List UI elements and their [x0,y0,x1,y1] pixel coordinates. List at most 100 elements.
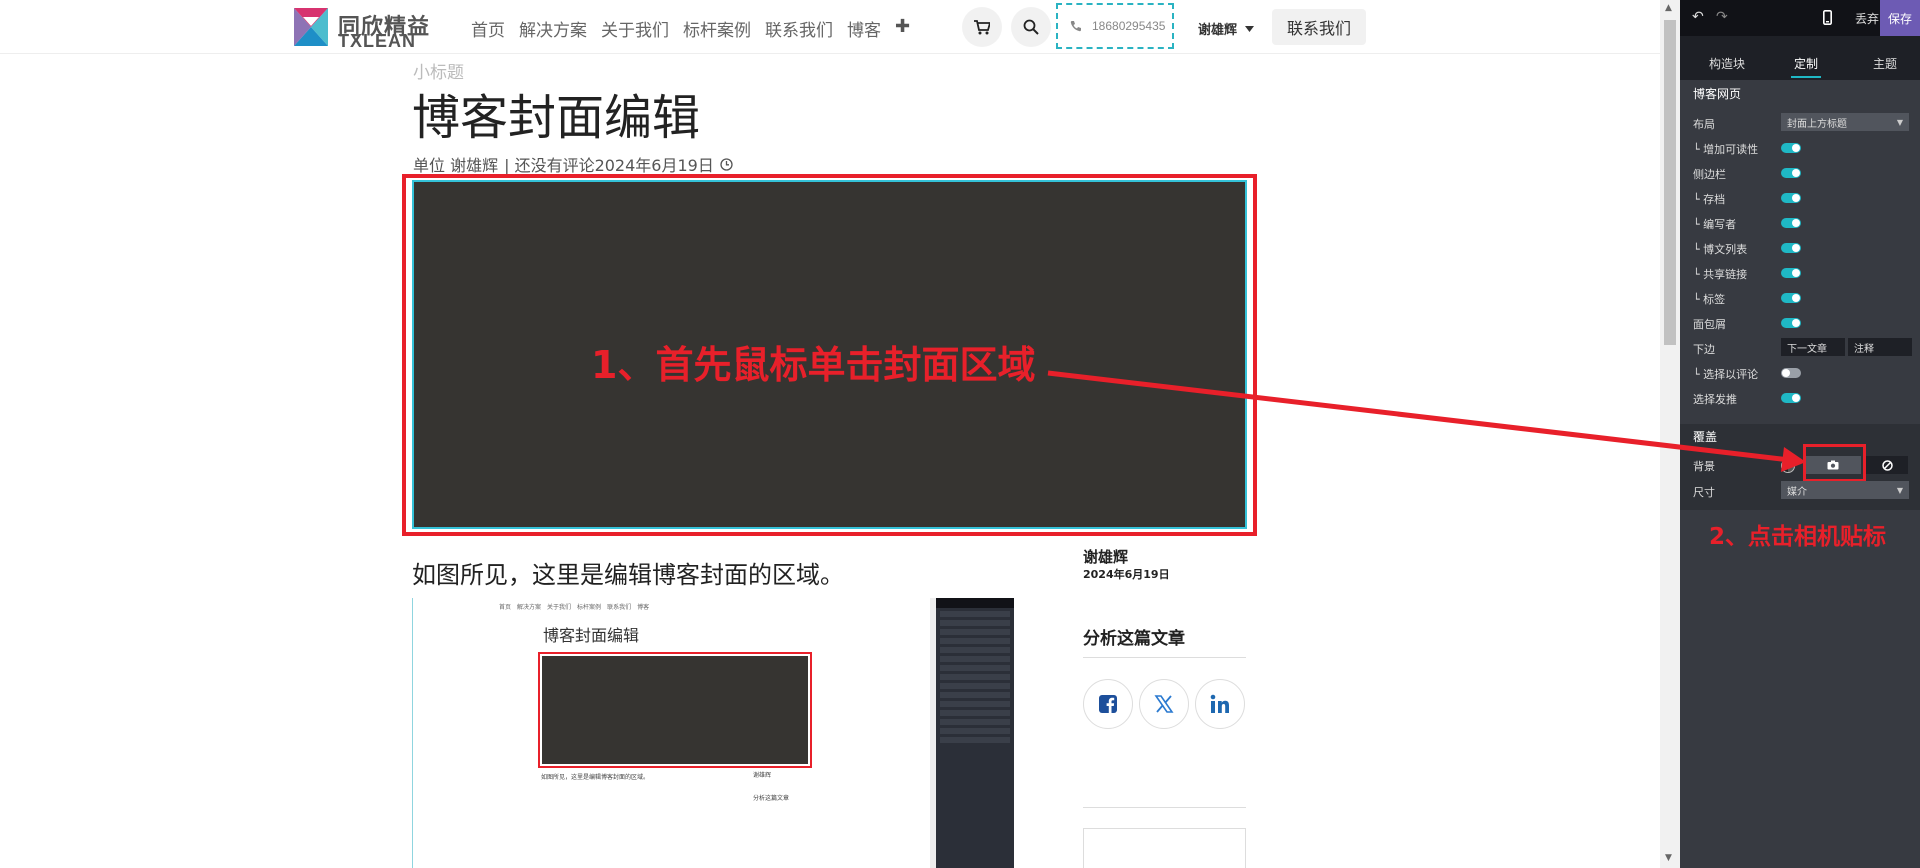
bottom-next-option[interactable]: 下一文章 [1781,338,1845,356]
toggle-breadcrumb[interactable] [1781,318,1801,328]
user-name: 谢雄辉 [1198,23,1238,38]
nav-solutions[interactable]: 解决方案 [519,16,587,41]
annotation-step2: 2、点击相机贴标 [1709,524,1887,550]
embedded-panel-row [940,692,1010,698]
tab-customize[interactable]: 定制 [1794,55,1818,72]
background-color-picker[interactable] [1781,459,1795,473]
embedded-panel-row [940,710,1010,716]
option-label: └ 编写者 [1693,218,1737,231]
bottom-label: 下边 [1693,343,1715,356]
mobile-preview-icon[interactable] [1823,10,1832,25]
embedded-nav-item: 关于我们 [547,604,572,611]
toggle-select-comment[interactable] [1781,368,1801,378]
camera-highlight-box [1803,444,1866,482]
active-tab-underline [1791,76,1821,78]
phone-icon [1070,21,1081,32]
size-select[interactable]: 媒介 ▼ [1781,481,1909,499]
post-meta-info: | 还没有评论2024年6月19日 [504,156,714,175]
sidebar-analyze-title: 分析这篇文章 [1083,629,1185,649]
site-logo[interactable]: 同欣精益 TXLEAN [292,6,448,51]
embedded-panel-row [940,701,1010,707]
share-x-button[interactable] [1139,679,1189,729]
scroll-down-icon[interactable]: ▼ [1665,853,1672,863]
discard-button[interactable]: 丢弃 [1855,10,1879,27]
nav-about[interactable]: 关于我们 [601,16,669,41]
toggle-readability[interactable] [1781,143,1801,153]
cart-button[interactable] [962,7,1002,47]
search-icon [1023,19,1039,35]
share-linkedin-button[interactable] [1195,679,1245,729]
layout-label: 布局 [1693,118,1715,131]
sidebar-author: 谢雄辉 [1083,548,1129,566]
cart-icon [974,19,990,34]
embedded-panel-row [940,674,1010,680]
section-cover: 覆盖 [1693,430,1718,444]
option-label: └ 选择以评论 [1693,368,1759,381]
undo-icon[interactable]: ↶ [1692,9,1704,25]
post-author-unit: 单位 谢雄辉 [413,156,499,175]
annotation-step1: 1、首先鼠标单击封面区域 [591,343,1036,387]
tab-blocks[interactable]: 构造块 [1709,55,1745,72]
x-twitter-icon [1154,695,1174,713]
embedded-page: 首页 解决方案 关于我们 标杆案例 联系我们 博客 博客封面编辑 如图所见，这里… [412,598,932,868]
option-label: 侧边栏 [1693,168,1726,181]
editor-panel: ↶ ↷ 丢弃 保存 构造块 定制 主题 博客网页 布局 封面上方标题 ▼ └ 增… [1680,0,1920,868]
ban-icon [1881,459,1893,471]
logo-text-en: TXLEAN [338,31,416,51]
scroll-up-icon[interactable]: ▲ [1665,3,1672,13]
user-menu[interactable]: 谢雄辉 [1198,19,1255,38]
toggle-tags[interactable] [1781,293,1801,303]
toggle-author[interactable] [1781,218,1801,228]
post-paragraph[interactable]: 如图所见，这里是编辑博客封面的区域。 [412,555,844,590]
bottom-comment-option[interactable]: 注释 [1848,338,1912,356]
embedded-title: 博客封面编辑 [543,626,640,645]
main-nav: 首页 解决方案 关于我们 标杆案例 联系我们 博客 ✚ [471,16,910,41]
chevron-down-icon: ▼ [1896,117,1903,127]
editor-tabs: 构造块 定制 主题 [1680,36,1920,80]
embedded-panel-row [940,656,1010,662]
save-button[interactable]: 保存 [1880,0,1920,36]
embedded-cover [542,656,808,764]
nav-blog[interactable]: 博客 [847,16,881,41]
chevron-down-icon: ▼ [1896,485,1903,495]
share-facebook-button[interactable] [1083,679,1133,729]
nav-cases[interactable]: 标杆案例 [683,16,751,41]
embedded-nav-item: 解决方案 [517,604,542,611]
nav-home[interactable]: 首页 [471,16,505,41]
embedded-nav-item: 首页 [499,604,512,611]
embedded-panel-row [940,647,1010,653]
toggle-select-publish[interactable] [1781,393,1801,403]
embedded-panel-top [936,598,1014,608]
contact-us-button[interactable]: 联系我们 [1272,9,1366,45]
embedded-panel-row [940,728,1010,734]
nav-contact[interactable]: 联系我们 [765,16,833,41]
post-title[interactable]: 博客封面编辑 [412,78,700,148]
editor-toolbar: ↶ ↷ 丢弃 保存 [1680,0,1920,36]
embedded-panel-row [940,737,1010,743]
tab-theme[interactable]: 主题 [1873,55,1897,72]
phone-link[interactable]: 18680295435 [1056,3,1174,49]
nav-add-icon[interactable]: ✚ [895,16,910,41]
option-label: 面包屑 [1693,318,1726,331]
redo-icon[interactable]: ↷ [1716,9,1728,25]
remove-background-button[interactable] [1866,456,1908,474]
toggle-sidebar[interactable] [1781,168,1801,178]
embedded-panel-row [940,611,1010,617]
scrollbar-thumb[interactable] [1664,20,1676,345]
sidebar-divider [1083,657,1246,658]
layout-select-value: 封面上方标题 [1787,118,1847,130]
toggle-post-list[interactable] [1781,243,1801,253]
toggle-archive[interactable] [1781,193,1801,203]
layout-select[interactable]: 封面上方标题 ▼ [1781,113,1909,131]
embedded-author: 谢雄辉 [753,772,772,779]
embedded-analyze: 分析这篇文章 [753,795,790,802]
page-scrollbar[interactable]: ▲ ▼ [1660,0,1680,868]
site-header: 同欣精益 TXLEAN 首页 解决方案 关于我们 标杆案例 联系我们 博客 ✚ [0,0,1660,54]
linkedin-icon [1210,694,1229,713]
caret-down-icon [1245,25,1255,32]
search-button[interactable] [1011,7,1051,47]
embedded-nav-item: 标杆案例 [577,604,602,611]
toggle-share-links[interactable] [1781,268,1801,278]
embedded-editor-panel [936,598,1014,868]
option-label: └ 增加可读性 [1693,143,1759,156]
